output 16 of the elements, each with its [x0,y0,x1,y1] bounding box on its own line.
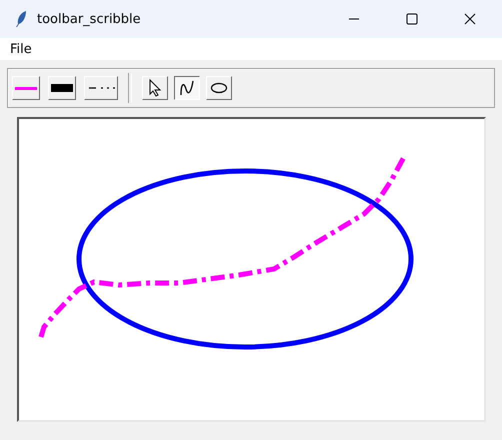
select-tool-button[interactable] [142,76,168,100]
line-dash-button[interactable] [84,76,118,100]
close-icon[interactable] [464,13,476,25]
ellipse-icon [210,82,228,94]
window-title: toolbar_scribble [37,12,142,26]
dashed-line-icon [87,86,115,90]
feather-icon [14,10,28,28]
freehand-tool-button[interactable] [174,76,200,100]
curve-icon [179,79,195,97]
menu-item[interactable]: File [10,42,32,56]
maximize-icon[interactable] [406,13,418,25]
line-color-button[interactable] [12,76,40,100]
ellipse-tool-button[interactable] [206,76,232,100]
arrow-cursor-icon [148,79,162,97]
line-width-button[interactable] [48,76,76,100]
drawing-canvas[interactable] [17,117,486,422]
